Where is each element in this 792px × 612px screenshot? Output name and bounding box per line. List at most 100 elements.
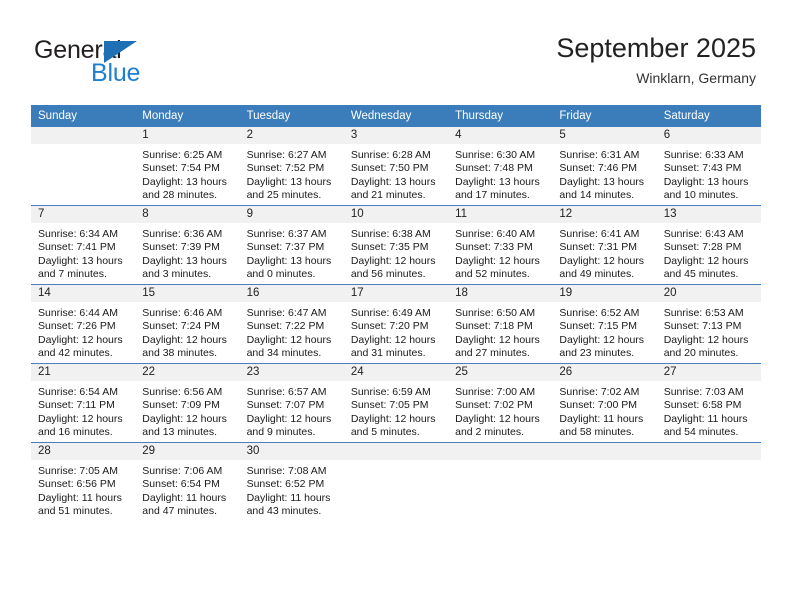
weekday-header-friday: Friday xyxy=(552,105,657,127)
sunset-text: Sunset: 7:11 PM xyxy=(38,399,115,412)
weekday-header-thursday: Thursday xyxy=(448,105,553,127)
calendar-day-cell[interactable]: 29 Sunrise: 7:06 AM Sunset: 6:54 PM Dayligh… xyxy=(135,442,240,521)
calendar-day-cell[interactable]: 27 Sunrise: 7:03 AM Sunset: 6:58 PM Dayligh… xyxy=(656,363,761,443)
calendar-day-cell[interactable]: 6 Sunrise: 6:33 AM Sunset: 7:43 PM Daylight… xyxy=(656,127,761,206)
sunset-text: Sunset: 7:07 PM xyxy=(246,399,325,412)
day-details: Sunrise: 6:37 AM Sunset: 7:37 PM Daylight:… xyxy=(240,223,344,282)
daylight-text-line1: Daylight: 11 hours xyxy=(246,491,331,504)
daylight-text-line2: and 17 minutes. xyxy=(455,189,530,202)
calendar-day-cell[interactable]: 24 Sunrise: 6:59 AM Sunset: 7:05 PM Dayligh… xyxy=(343,363,449,443)
calendar-day-cell[interactable]: 21 Sunrise: 6:54 AM Sunset: 7:11 PM Dayligh… xyxy=(31,363,136,443)
calendar-day-cell[interactable]: 1 Sunrise: 6:25 AM Sunset: 7:54 PM Daylight… xyxy=(135,127,240,206)
calendar-day-cell[interactable]: 4 Sunrise: 6:30 AM Sunset: 7:48 PM Daylight… xyxy=(448,127,553,206)
calendar-day-cell[interactable]: 14 Sunrise: 6:44 AM Sunset: 7:26 PM Dayligh… xyxy=(31,284,136,364)
calendar-day-cell[interactable]: 18 Sunrise: 6:50 AM Sunset: 7:18 PM Dayligh… xyxy=(448,284,553,364)
daylight-text-line1: Daylight: 13 hours xyxy=(350,175,436,188)
day-details: Sunrise: 6:47 AM Sunset: 7:22 PM Daylight:… xyxy=(240,302,344,361)
calendar-day-cell[interactable]: 20 Sunrise: 6:53 AM Sunset: 7:13 PM Dayligh… xyxy=(656,284,761,364)
calendar-day-cell[interactable]: 10 Sunrise: 6:38 AM Sunset: 7:35 PM Dayligh… xyxy=(343,205,449,285)
calendar-day-cell[interactable]: 8 Sunrise: 6:36 AM Sunset: 7:39 PM Daylight… xyxy=(135,205,240,285)
calendar-day-cell[interactable]: 17 Sunrise: 6:49 AM Sunset: 7:20 PM Dayligh… xyxy=(343,284,449,364)
sunrise-text: Sunrise: 6:38 AM xyxy=(350,228,431,240)
daylight-text-line1: Daylight: 13 hours xyxy=(38,254,123,267)
day-details: Sunrise: 7:08 AM Sunset: 6:52 PM Daylight:… xyxy=(240,460,344,519)
day-details: Sunrise: 7:03 AM Sunset: 6:58 PM Daylight:… xyxy=(657,381,761,440)
daylight-text-line1: Daylight: 12 hours xyxy=(350,412,436,425)
calendar-week-row: 28 Sunrise: 7:05 AM Sunset: 6:56 PM Dayligh… xyxy=(31,442,761,521)
daylight-text-line2: and 31 minutes. xyxy=(350,347,426,360)
day-details: Sunrise: 6:50 AM Sunset: 7:18 PM Daylight:… xyxy=(448,302,552,361)
sunrise-text: Sunrise: 7:03 AM xyxy=(663,386,744,398)
day-details: Sunrise: 7:05 AM Sunset: 6:56 PM Daylight:… xyxy=(31,460,135,519)
calendar-day-cell[interactable]: 28 Sunrise: 7:05 AM Sunset: 6:56 PM Dayligh… xyxy=(31,442,136,521)
weekday-header-wednesday: Wednesday xyxy=(343,105,449,127)
day-number xyxy=(656,443,761,460)
calendar-week-row: 1 Sunrise: 6:25 AM Sunset: 7:54 PM Daylight… xyxy=(31,127,761,206)
day-number: 19 xyxy=(552,285,657,302)
sunset-text: Sunset: 6:54 PM xyxy=(142,478,220,491)
calendar-day-cell[interactable]: 19 Sunrise: 6:52 AM Sunset: 7:15 PM Dayligh… xyxy=(552,284,657,364)
daylight-text-line1: Daylight: 12 hours xyxy=(455,254,540,267)
calendar-day-cell[interactable]: 13 Sunrise: 6:43 AM Sunset: 7:28 PM Dayligh… xyxy=(656,205,761,285)
sunrise-text: Sunrise: 6:31 AM xyxy=(559,149,640,161)
title-block: September 2025 Winklarn, Germany xyxy=(556,32,756,88)
calendar-day-cell[interactable]: 7 Sunrise: 6:34 AM Sunset: 7:41 PM Daylight… xyxy=(31,205,136,285)
day-details: Sunrise: 7:02 AM Sunset: 7:00 PM Daylight:… xyxy=(552,381,656,440)
calendar-day-cell[interactable]: 16 Sunrise: 6:47 AM Sunset: 7:22 PM Dayligh… xyxy=(239,284,344,364)
day-details: Sunrise: 7:06 AM Sunset: 6:54 PM Daylight:… xyxy=(135,460,239,519)
daylight-text-line1: Daylight: 12 hours xyxy=(559,333,645,346)
calendar-week-row: 21 Sunrise: 6:54 AM Sunset: 7:11 PM Dayligh… xyxy=(31,363,761,443)
sunrise-text: Sunrise: 6:34 AM xyxy=(38,228,118,240)
calendar-day-cell[interactable]: 3 Sunrise: 6:28 AM Sunset: 7:50 PM Daylight… xyxy=(343,127,449,206)
calendar-day-cell[interactable]: 11 Sunrise: 6:40 AM Sunset: 7:33 PM Dayligh… xyxy=(448,205,553,285)
calendar-day-cell[interactable]: 9 Sunrise: 6:37 AM Sunset: 7:37 PM Daylight… xyxy=(239,205,344,285)
day-details: Sunrise: 6:41 AM Sunset: 7:31 PM Daylight:… xyxy=(552,223,656,282)
daylight-text-line2: and 43 minutes. xyxy=(246,505,322,518)
daylight-text-line2: and 0 minutes. xyxy=(246,268,316,281)
sunset-text: Sunset: 7:52 PM xyxy=(246,162,325,175)
sunset-text: Sunset: 7:31 PM xyxy=(559,241,638,254)
page-header: General Blue September 2025 Winklarn, Ge… xyxy=(0,0,792,100)
day-number: 9 xyxy=(239,206,344,223)
sunrise-text: Sunrise: 6:27 AM xyxy=(246,149,327,161)
day-number: 23 xyxy=(239,364,344,381)
sunrise-text: Sunrise: 6:56 AM xyxy=(142,386,223,398)
daylight-text-line2: and 38 minutes. xyxy=(142,347,217,360)
calendar-day-cell[interactable]: 5 Sunrise: 6:31 AM Sunset: 7:46 PM Daylight… xyxy=(552,127,657,206)
sunset-text: Sunset: 7:54 PM xyxy=(142,162,220,175)
daylight-text-line1: Daylight: 13 hours xyxy=(246,175,332,188)
daylight-text-line1: Daylight: 11 hours xyxy=(142,491,227,504)
daylight-text-line2: and 21 minutes. xyxy=(350,189,426,202)
daylight-text-line1: Daylight: 11 hours xyxy=(559,412,644,425)
sunrise-text: Sunrise: 6:37 AM xyxy=(246,228,327,240)
day-number xyxy=(343,443,449,460)
sunset-text: Sunset: 7:48 PM xyxy=(455,162,533,175)
day-number xyxy=(448,443,553,460)
day-number: 10 xyxy=(343,206,449,223)
brand-name-blue: Blue xyxy=(91,59,141,87)
day-number: 28 xyxy=(31,443,136,460)
sunrise-text: Sunrise: 7:05 AM xyxy=(38,465,118,477)
sunrise-text: Sunrise: 6:53 AM xyxy=(663,307,744,319)
daylight-text-line2: and 20 minutes. xyxy=(663,347,739,360)
calendar-day-cell[interactable]: 22 Sunrise: 6:56 AM Sunset: 7:09 PM Dayligh… xyxy=(135,363,240,443)
calendar-day-cell[interactable]: 23 Sunrise: 6:57 AM Sunset: 7:07 PM Dayligh… xyxy=(239,363,344,443)
calendar-day-cell[interactable]: 30 Sunrise: 7:08 AM Sunset: 6:52 PM Dayligh… xyxy=(239,442,344,521)
calendar-day-cell[interactable]: 15 Sunrise: 6:46 AM Sunset: 7:24 PM Dayligh… xyxy=(135,284,240,364)
calendar-day-cell[interactable]: 25 Sunrise: 7:00 AM Sunset: 7:02 PM Dayligh… xyxy=(448,363,553,443)
calendar-day-cell[interactable]: 26 Sunrise: 7:02 AM Sunset: 7:00 PM Dayligh… xyxy=(552,363,657,443)
daylight-text-line2: and 2 minutes. xyxy=(455,426,525,439)
day-number: 25 xyxy=(448,364,553,381)
daylight-text-line2: and 56 minutes. xyxy=(350,268,426,281)
day-details: Sunrise: 6:33 AM Sunset: 7:43 PM Daylight:… xyxy=(657,144,761,203)
sunrise-text: Sunrise: 6:52 AM xyxy=(559,307,640,319)
calendar-day-cell[interactable]: 2 Sunrise: 6:27 AM Sunset: 7:52 PM Daylight… xyxy=(239,127,344,206)
daylight-text-line2: and 25 minutes. xyxy=(246,189,322,202)
daylight-text-line1: Daylight: 13 hours xyxy=(246,254,332,267)
weekday-header-tuesday: Tuesday xyxy=(239,105,344,127)
daylight-text-line1: Daylight: 13 hours xyxy=(559,175,645,188)
day-details: Sunrise: 6:53 AM Sunset: 7:13 PM Daylight:… xyxy=(657,302,761,361)
day-details: Sunrise: 6:38 AM Sunset: 7:35 PM Daylight:… xyxy=(344,223,448,282)
calendar-day-cell[interactable]: 12 Sunrise: 6:41 AM Sunset: 7:31 PM Dayligh… xyxy=(552,205,657,285)
brand-logo[interactable]: General Blue xyxy=(34,36,234,88)
